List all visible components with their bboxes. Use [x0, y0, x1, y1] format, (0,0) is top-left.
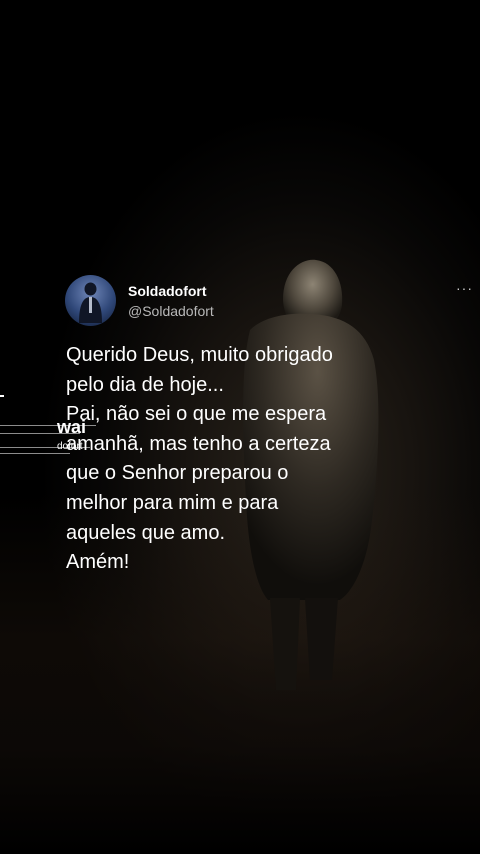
tweet-line: que o Senhor preparou o	[66, 462, 289, 485]
tweet-text: Querido Deus, muito obrigado pelo dia de…	[66, 341, 466, 578]
user-handle[interactable]: @Soldadofort	[128, 302, 214, 320]
tweet-line: amanhã, mas tenho a certeza	[66, 432, 331, 455]
tweet-line: pelo dia de hoje...	[66, 373, 224, 396]
more-icon[interactable]: ···	[456, 280, 473, 296]
tweet-line: Pai, não sei o que me espera	[66, 403, 327, 426]
author-names: Soldadofort @Soldadofort	[128, 282, 214, 320]
tweet-line: aqueles que amo.	[66, 521, 226, 544]
video-frame: wai dofort Soldadofort @Soldadofort ··· …	[0, 0, 480, 854]
tweet-header: Soldadofort @Soldadofort	[65, 275, 214, 326]
tweet-line: Querido Deus, muito obrigado	[66, 344, 333, 366]
tweet-line: melhor para mim e para	[66, 491, 279, 514]
tweet-line: Amém!	[66, 551, 130, 574]
avatar[interactable]	[65, 275, 116, 326]
watermark-line	[0, 453, 70, 454]
display-name[interactable]: Soldadofort	[128, 282, 214, 300]
avatar-figure-icon	[79, 282, 102, 323]
